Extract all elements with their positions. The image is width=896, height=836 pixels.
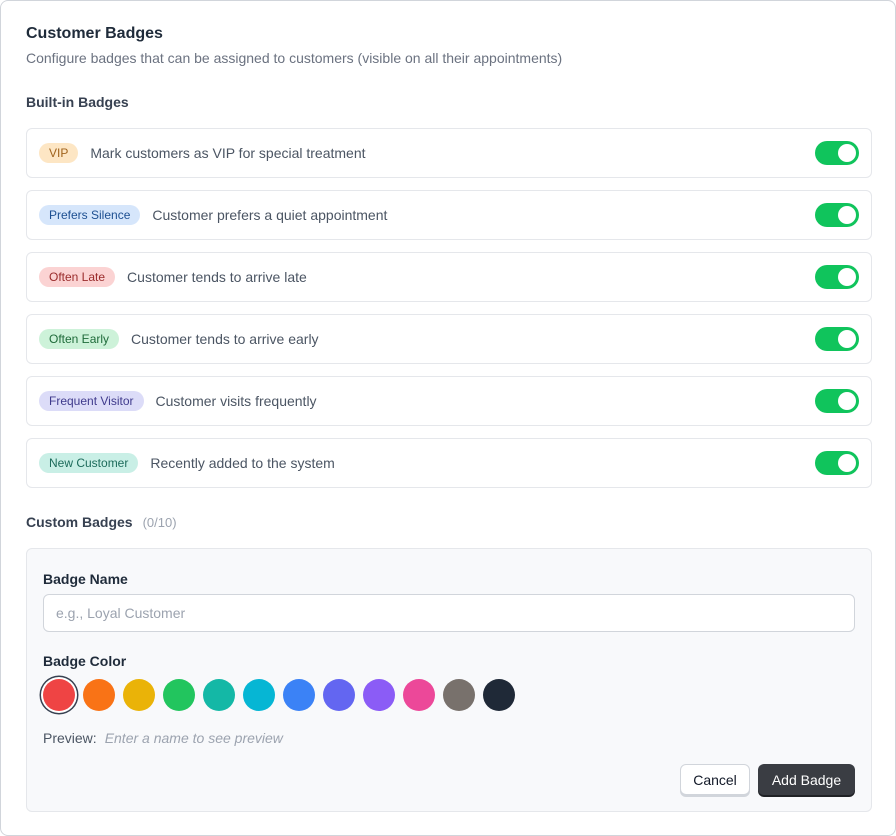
badge-color-label: Badge Color bbox=[43, 653, 127, 669]
badge-enabled-toggle[interactable] bbox=[815, 265, 859, 289]
badge-pill: Prefers Silence bbox=[39, 205, 141, 225]
color-swatch[interactable] bbox=[123, 679, 155, 711]
badge-description: Customer prefers a quiet appointment bbox=[152, 207, 388, 223]
toggle-knob bbox=[838, 268, 856, 286]
badge-enabled-toggle[interactable] bbox=[815, 203, 859, 227]
badge-description: Customer visits frequently bbox=[155, 393, 317, 409]
preview-hint: Enter a name to see preview bbox=[104, 730, 283, 746]
color-swatch[interactable] bbox=[403, 679, 435, 711]
badge-enabled-toggle[interactable] bbox=[815, 327, 859, 351]
builtin-badge-row: Prefers Silence Customer prefers a quiet … bbox=[26, 190, 872, 240]
toggle-knob bbox=[838, 330, 856, 348]
badge-enabled-toggle[interactable] bbox=[815, 451, 859, 475]
badge-pill: Frequent Visitor bbox=[39, 391, 144, 411]
color-swatch[interactable] bbox=[443, 679, 475, 711]
builtin-badge-row: Frequent Visitor Customer visits frequent… bbox=[26, 376, 872, 426]
color-swatch[interactable] bbox=[163, 679, 195, 711]
badge-enabled-toggle[interactable] bbox=[815, 389, 859, 413]
custom-badge-form: Badge Name Badge Color Preview: Enter a n… bbox=[26, 548, 872, 812]
color-swatch[interactable] bbox=[323, 679, 355, 711]
badge-preview: Preview: Enter a name to see preview bbox=[43, 730, 283, 746]
add-badge-button[interactable]: Add Badge bbox=[758, 764, 855, 795]
dialog-frame: Customer Badges Configure badges that ca… bbox=[0, 0, 896, 836]
custom-section-title: Custom Badges bbox=[26, 514, 133, 530]
badge-name-label: Badge Name bbox=[43, 571, 128, 587]
custom-badge-count: (0/10) bbox=[142, 515, 177, 530]
builtin-badge-row: Often Late Customer tends to arrive late bbox=[26, 252, 872, 302]
badge-pill: Often Early bbox=[39, 329, 120, 349]
badge-description: Customer tends to arrive early bbox=[131, 331, 319, 347]
badge-description: Recently added to the system bbox=[150, 455, 335, 471]
builtin-badge-row: VIP Mark customers as VIP for special tre… bbox=[26, 128, 872, 178]
cancel-button[interactable]: Cancel bbox=[680, 764, 750, 795]
badge-description: Mark customers as VIP for special treatm… bbox=[90, 145, 366, 161]
preview-label: Preview: bbox=[43, 730, 97, 746]
toggle-knob bbox=[838, 206, 856, 224]
builtin-section-label: Built-in Badges bbox=[26, 94, 129, 110]
color-swatch[interactable] bbox=[43, 679, 75, 711]
color-swatch[interactable] bbox=[243, 679, 275, 711]
color-swatch[interactable] bbox=[483, 679, 515, 711]
badge-pill: New Customer bbox=[39, 453, 139, 473]
color-swatch[interactable] bbox=[203, 679, 235, 711]
color-swatch[interactable] bbox=[83, 679, 115, 711]
color-swatch[interactable] bbox=[363, 679, 395, 711]
badge-description: Customer tends to arrive late bbox=[127, 269, 307, 285]
toggle-knob bbox=[838, 144, 856, 162]
color-swatch-group bbox=[43, 679, 523, 711]
badge-pill: VIP bbox=[39, 143, 79, 163]
builtin-badge-row: Often Early Customer tends to arrive earl… bbox=[26, 314, 872, 364]
color-swatch[interactable] bbox=[283, 679, 315, 711]
page-subtitle: Configure badges that can be assigned to… bbox=[26, 50, 563, 66]
badge-name-input[interactable] bbox=[43, 594, 855, 632]
toggle-knob bbox=[838, 454, 856, 472]
page-title: Customer Badges bbox=[26, 25, 163, 42]
custom-section-label: Custom Badges (0/10) bbox=[26, 514, 177, 530]
badge-enabled-toggle[interactable] bbox=[815, 141, 859, 165]
badge-pill: Often Late bbox=[39, 267, 116, 287]
builtin-badge-row: New Customer Recently added to the system bbox=[26, 438, 872, 488]
toggle-knob bbox=[838, 392, 856, 410]
